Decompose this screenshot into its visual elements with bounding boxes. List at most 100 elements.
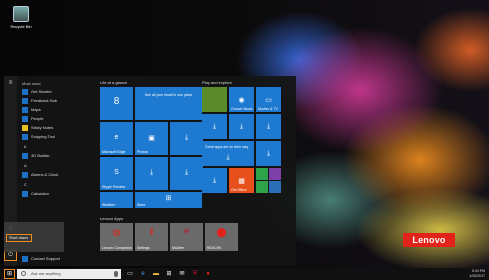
app-item[interactable]: Contact Support [18,254,92,263]
mail-icon[interactable]: ✉ [178,270,186,278]
support-icon [22,255,28,262]
disc-icon: ◉ [238,96,245,104]
onenote-tile[interactable] [269,168,281,180]
minecraft-tile[interactable] [202,87,227,112]
download-icon: ⤓ [266,149,271,157]
lenovo-companion-tile[interactable]: ◍ Lenovo Companion [100,223,133,251]
most-used-header: Most used [22,81,41,86]
film-icon: ▭ [265,96,272,104]
map-icon [22,106,28,113]
small-tile[interactable] [269,181,281,193]
photos-tile[interactable]: ▣ Photos [135,122,168,155]
task-view-icon[interactable]: ▭ [126,270,134,278]
reachit-icon[interactable]: ● [204,270,212,278]
movies-tile[interactable]: ▭ Movies & TV [256,87,281,112]
letter-header-c[interactable]: C [24,182,96,187]
start-button[interactable]: ⊞ [4,269,15,279]
shield-icon: ⛨ [183,228,190,236]
letter-header-a[interactable]: A [24,163,96,168]
lenovo-logo: Lenovo [403,233,455,247]
download-icon: ⤓ [184,133,189,141]
people-icon [22,115,28,122]
search-icon [21,271,26,276]
placeholder-tile[interactable]: ⤓ [229,114,254,139]
recycle-bin-icon [13,6,29,22]
recycle-bin[interactable]: Recycle Bin [4,6,38,29]
feedback-icon [22,97,28,104]
calendar-day: 8 [113,96,120,108]
edge-icon[interactable]: e [139,270,147,278]
photos-tile-label: Photos [137,150,148,154]
skype-icon: S [114,168,119,176]
placeholder-tile-text: Great apps are on their way [205,145,249,149]
clock-date: 4/20/2017 [469,274,485,278]
app-item[interactable]: Calculator [18,189,96,198]
lightbulb-icon [22,88,28,95]
mail-tile[interactable]: See all your email in one place [135,87,202,120]
weather-tile-label: Weather [102,203,116,207]
placeholder-tile[interactable]: ⤓ [202,168,227,193]
office-icon: ▦ [238,177,245,185]
mcafee-icon[interactable]: ⛨ [191,270,199,278]
reachit-tile-label: REACHit [207,246,222,250]
placeholder-tile[interactable]: ⤓ [256,141,281,166]
app-item[interactable]: Alarms & Clock [18,170,96,179]
store-icon: ⊞ [165,195,172,203]
photos-icon: ▣ [148,134,155,142]
edge-tile[interactable]: e Microsoft Edge [100,122,133,155]
app-item[interactable]: Sticky Notes [18,123,96,132]
xbox-tile[interactable] [256,168,268,180]
download-tile[interactable]: ⤓ [170,122,203,155]
edge-tile-label: Microsoft Edge [102,150,126,154]
lenovo-companion-label: Lenovo Companion [102,246,133,250]
microphone-icon[interactable] [114,271,118,277]
store-tile[interactable]: ⊞ Store [135,192,202,208]
app-item[interactable]: Get Started [18,87,96,96]
recycle-bin-label: Recycle Bin [10,24,32,29]
app-item[interactable]: Snipping Tool [18,132,96,141]
groove-tile-label: Groove Music [231,107,253,111]
mcafee-tile[interactable]: ⛨ McAfee [170,223,203,251]
download-tile[interactable]: ⤓ [135,157,168,190]
skype-tile[interactable]: S Skype Preview [100,157,133,190]
placeholder-wide-tile[interactable]: Great apps are on their way ⤓ [202,141,254,166]
group-title-play: Play and explore [202,80,232,85]
placeholder-tile[interactable]: ⤓ [202,114,227,139]
weather-tile[interactable]: Weather [100,192,133,208]
store-tile-label: Store [137,203,146,207]
system-tray[interactable]: 5:34 PM 4/20/2017 [469,269,485,279]
download-icon: ⤓ [149,168,154,176]
download-icon: ⤓ [212,122,217,130]
groove-tile[interactable]: ◉ Groove Music [229,87,254,112]
search-box[interactable]: Ask me anything [17,269,121,279]
small-tile[interactable] [256,181,268,193]
download-icon: ⤓ [226,153,230,161]
download-icon: ⤓ [212,176,217,184]
lenovo-companion-icon: ◍ [112,227,121,238]
letter-header-hash[interactable]: # [24,144,96,149]
download-icon: ⤓ [239,122,244,130]
clock-icon [22,171,28,178]
app-list: Most used Get Started Feedback Hub Maps … [18,78,96,198]
file-explorer-icon[interactable]: ▬ [152,270,160,278]
app-item[interactable]: Feedback Hub [18,96,96,105]
lenovo-settings-tile[interactable]: ⦀ Settings [135,223,168,251]
placeholder-tile[interactable]: ⤓ [256,114,281,139]
download-icon: ⤓ [266,122,271,130]
calendar-tile[interactable]: 8 [100,87,133,120]
shutdown-option[interactable]: Shut down [9,235,28,240]
group-title-lenovo: Lenovo Apps [100,216,124,221]
app-item[interactable]: People [18,114,96,123]
edge-icon: e [114,133,119,141]
start-menu: ≡ ⚙ ⏻ Most used Get Started Feedback Hub… [4,76,296,266]
store-icon[interactable]: ⊞ [165,270,173,278]
reachit-tile[interactable]: ⬤ REACHit [205,223,238,251]
get-office-tile[interactable]: ▦ Get Office [229,168,254,193]
menu-hamburger-icon[interactable]: ≡ [7,80,14,86]
download-tile[interactable]: ⤓ [170,157,203,190]
lock-icon: ⬤ [216,227,227,238]
app-item[interactable]: 3D Builder [18,151,96,160]
settings-gear-icon: ⦀ [149,227,154,238]
app-item[interactable]: Maps [18,105,96,114]
calculator-icon [22,190,28,197]
